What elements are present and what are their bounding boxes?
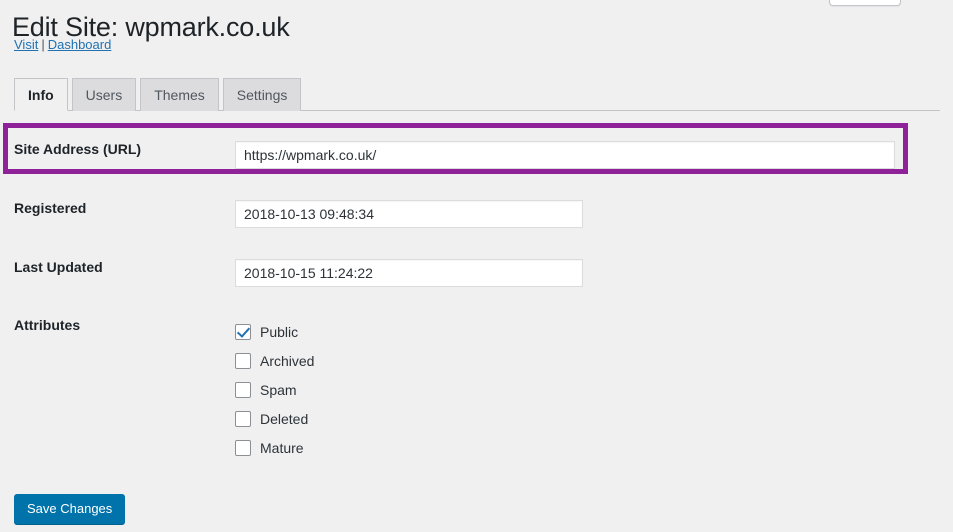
site-links: Visit | Dashboard [14,36,111,54]
checkbox-mature-icon[interactable] [235,439,251,456]
attributes-label: Attributes [14,317,81,333]
save-changes-button[interactable]: Save Changes [14,494,126,524]
site-address-label: Site Address (URL) [14,141,142,157]
attribute-spam-label: Spam [260,381,297,398]
attribute-deleted[interactable]: Deleted [235,404,314,433]
tab-themes[interactable]: Themes [140,78,219,111]
tab-bar: Info Users Themes Settings [14,77,940,111]
tab-info[interactable]: Info [14,78,68,111]
checkbox-archived-icon[interactable] [235,352,251,369]
tab-settings[interactable]: Settings [222,78,302,111]
checkbox-public-icon[interactable] [235,323,251,340]
attribute-archived-label: Archived [260,352,315,369]
help-tab[interactable]: Help [829,0,901,6]
link-separator: | [41,37,45,52]
checkbox-spam-icon[interactable] [235,381,251,398]
registered-input[interactable] [235,200,583,228]
registered-label: Registered [14,200,87,216]
attributes-checkbox-group: Public Archived Spam Deleted Mature [235,317,314,462]
checkbox-deleted-icon[interactable] [235,410,251,427]
edit-site-page: Help Edit Site: wpmark.co.uk Visit|Dashb… [0,0,953,532]
attribute-spam[interactable]: Spam [235,375,314,404]
attribute-public[interactable]: Public [235,317,314,346]
attribute-deleted-label: Deleted [260,410,309,427]
attribute-archived[interactable]: Archived [235,346,314,375]
visit-link[interactable]: Visit [14,37,38,52]
last-updated-label: Last Updated [14,259,103,275]
dashboard-link[interactable]: Dashboard [48,37,112,52]
tab-users-label: Users [85,87,123,103]
site-address-input[interactable] [235,141,895,169]
tab-settings-label: Settings [236,87,288,103]
attribute-mature[interactable]: Mature [235,433,314,462]
attribute-mature-label: Mature [260,439,304,456]
attribute-public-label: Public [260,323,299,340]
tab-info-label: Info [28,86,54,103]
last-updated-input[interactable] [235,259,583,287]
tab-users[interactable]: Users [71,78,137,111]
tab-themes-label: Themes [154,87,205,103]
